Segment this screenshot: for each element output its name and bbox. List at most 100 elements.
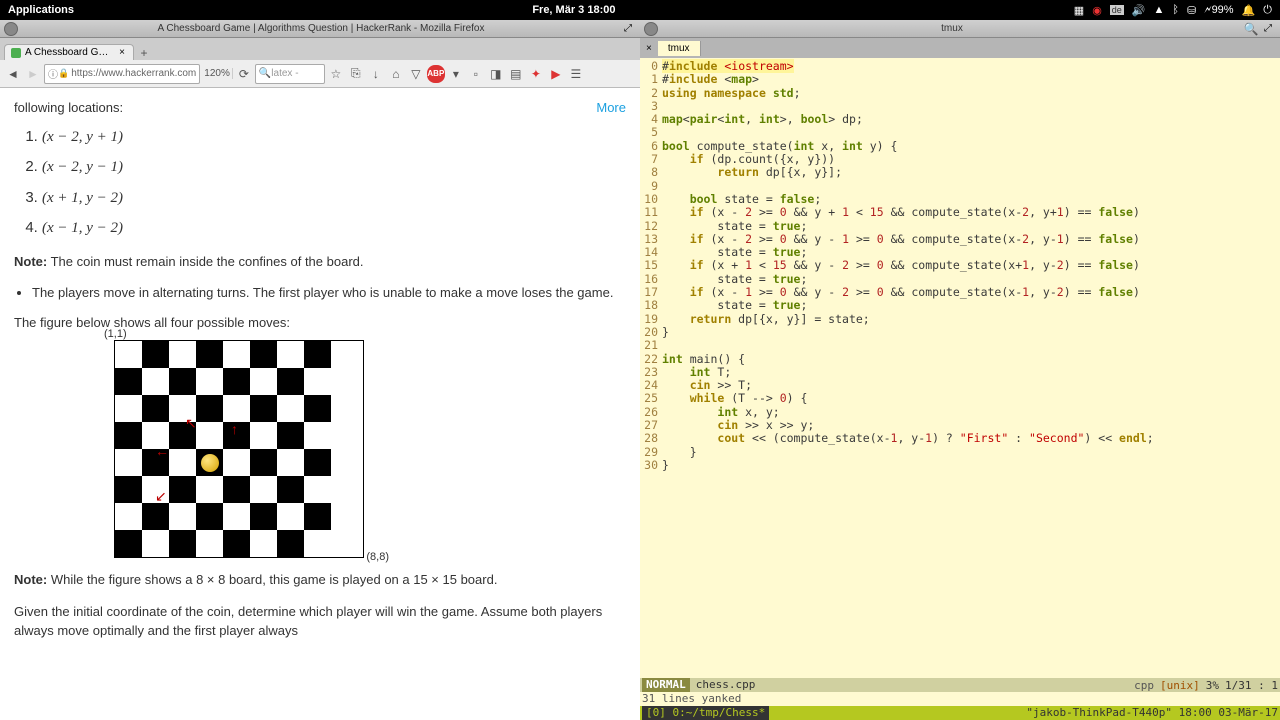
window-close-button[interactable] [4,22,18,36]
chess-square [277,476,304,503]
ext5-icon[interactable]: ✦ [527,65,545,83]
chess-square [196,422,223,449]
tray-bluetooth-icon[interactable]: ᛒ [1172,4,1179,16]
abp-icon[interactable]: ABP [427,65,445,83]
vim-position: 1/31 : 1 [1225,679,1278,692]
chess-square [115,503,142,530]
tmux-window[interactable]: [0] 0:~/tmp/Chess* [642,706,769,720]
terminal-title: tmux [662,23,1242,34]
bookmark-star-icon[interactable]: ☆ [327,65,345,83]
reload-button[interactable]: ⟳ [235,65,253,83]
terminal-close-button[interactable] [644,22,658,36]
ext2-icon[interactable]: ▫ [467,65,485,83]
chess-square [223,530,250,557]
downloads-icon[interactable]: ↓ [367,65,385,83]
chess-square [304,341,331,368]
tray-screenshot-icon[interactable]: ▦ [1074,4,1084,17]
url-bar[interactable]: ⓘ 🔒 https://www.hackerrank.com [44,64,200,84]
firefox-tab-strip: A Chessboard Game | Al… × + [0,38,640,60]
chess-square [304,395,331,422]
chess-square [196,395,223,422]
tmux-statusbar: [0] 0:~/tmp/Chess* "jakob-ThinkPad-T440p… [640,706,1280,720]
tray-volume-icon[interactable]: 🔊 [1132,4,1146,17]
chess-square [169,503,196,530]
chess-square [250,449,277,476]
tray-record-icon[interactable]: ◉ [1092,4,1102,17]
chess-square [196,530,223,557]
chess-square [169,449,196,476]
chess-square [304,530,331,557]
chess-square [115,449,142,476]
tray-power-icon[interactable]: ⏻ [1263,4,1272,17]
library-icon[interactable]: ⎘ [347,65,365,83]
more-link[interactable]: More [596,98,626,118]
tab-favicon [11,48,21,58]
chess-square [169,341,196,368]
chess-square [277,368,304,395]
chess-square [142,530,169,557]
vim-mode: NORMAL [642,678,690,692]
chess-square [115,422,142,449]
lock-icon: 🔒 [58,68,69,79]
vim-encoding: [unix] [1160,679,1200,692]
vim-message: 31 lines yanked [640,692,1280,706]
tray-battery[interactable]: 🗲 99% [1204,4,1233,17]
browser-tab[interactable]: A Chessboard Game | Al… × [4,44,134,60]
search-bar[interactable]: 🔍 latex - [255,64,325,84]
chess-square [142,503,169,530]
ext6-icon[interactable]: ▶ [547,65,565,83]
terminal-window: tmux 🔍 ⤢ × tmux 0#include <iostream> 1#i… [640,20,1280,720]
chess-square [169,476,196,503]
zoom-indicator[interactable]: 120% [202,68,233,79]
chess-square [196,368,223,395]
menu-icon[interactable]: ☰ [567,65,585,83]
firefox-window: A Chessboard Game | Algorithms Question … [0,20,640,720]
ext4-icon[interactable]: ▤ [507,65,525,83]
arrow-2: ↑ [231,419,238,440]
chess-square [142,341,169,368]
back-button[interactable]: ◄ [4,65,22,83]
chess-square [250,476,277,503]
ext1-icon[interactable]: ▾ [447,65,465,83]
forward-button[interactable]: ► [24,65,42,83]
pocket-icon[interactable]: ▽ [407,65,425,83]
identity-icon[interactable]: ⓘ [48,66,58,81]
firefox-titlebar: A Chessboard Game | Algorithms Question … [0,20,640,38]
chess-square [115,341,142,368]
chess-square [250,341,277,368]
tray-keyboard-icon[interactable]: de [1110,5,1124,15]
move-2: (x − 2, y − 1) [42,156,626,179]
firefox-toolbar: ◄ ► ⓘ 🔒 https://www.hackerrank.com 120% … [0,60,640,88]
vim-filename: chess.cpp [690,678,762,692]
clock[interactable]: Fre, Mär 3 18:00 [74,4,1074,16]
terminal-search-icon[interactable]: 🔍 [1242,20,1260,38]
vim-statusline: NORMAL chess.cpp cpp [unix] 3% 1/31 : 1 [640,678,1280,692]
home-icon[interactable]: ⌂ [387,65,405,83]
vim-editor[interactable]: 0#include <iostream> 1#include <map> 2us… [640,58,1280,678]
chess-square [250,395,277,422]
tab-close-button[interactable]: × [117,47,127,58]
note-1: Note: The coin must remain inside the co… [14,252,626,272]
ext3-icon[interactable]: ◨ [487,65,505,83]
window-title: A Chessboard Game | Algorithms Question … [22,23,620,34]
chess-square [250,503,277,530]
chess-square [304,422,331,449]
search-text: latex - [271,68,298,79]
chess-square [142,368,169,395]
search-engine-icon[interactable]: 🔍 [259,68,271,79]
tray-network-icon[interactable]: ▲ [1154,4,1165,16]
terminal-tab-close[interactable]: × [640,41,658,56]
applications-menu[interactable]: Applications [8,4,74,16]
window-maximize-button[interactable]: ⤢ [624,23,636,35]
move-1: (x − 2, y + 1) [42,126,626,149]
system-tray: ▦ ◉ de 🔊 ▲ ᛒ ⛁ 🗲 99% 🔔 ⏻ [1074,4,1272,17]
terminal-maximize-button[interactable]: ⤢ [1264,23,1276,35]
tray-notification-icon[interactable]: 🔔 [1242,4,1256,17]
new-tab-button[interactable]: + [134,46,154,60]
page-content[interactable]: More following locations: (x − 2, y + 1)… [0,88,640,720]
chess-square [223,503,250,530]
chess-square [115,368,142,395]
chess-square [196,476,223,503]
tray-hdd-icon[interactable]: ⛁ [1187,4,1196,17]
terminal-tab[interactable]: tmux [658,41,701,56]
